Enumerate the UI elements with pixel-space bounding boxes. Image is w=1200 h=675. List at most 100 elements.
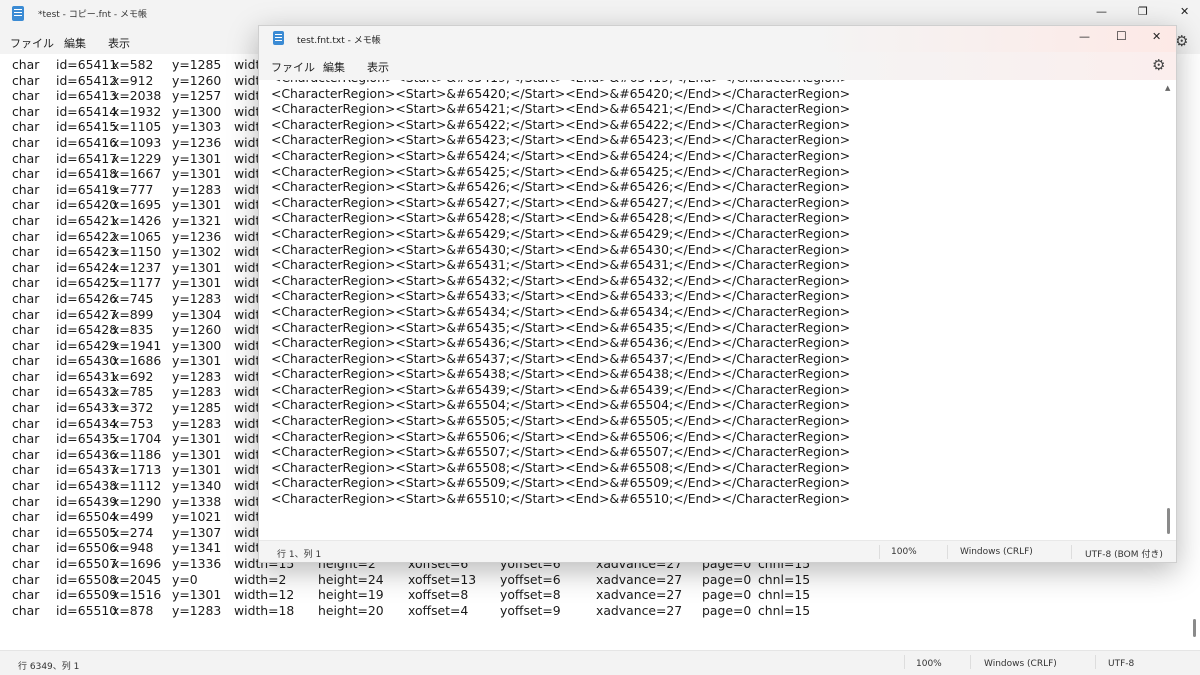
text-token: widt [234, 462, 261, 478]
text-token: y=1301 [172, 166, 222, 182]
text-token: char [12, 337, 40, 353]
text-token: widt [234, 322, 261, 338]
menu-view[interactable]: 表示 [367, 59, 389, 75]
text-token: char [12, 462, 40, 478]
text-token: chnl=15 [758, 587, 811, 603]
text-token: widt [234, 290, 261, 306]
maximize-icon[interactable]: ☐ [1116, 29, 1127, 43]
text-token: widt [234, 400, 261, 416]
text-token: char [12, 57, 40, 72]
notepad-app-icon [273, 31, 284, 45]
text-token: y=1304 [172, 306, 222, 322]
foreground-text-line: <CharacterRegion><Start>&#65436;</Start>… [271, 335, 851, 351]
foreground-text-line: <CharacterRegion><Start>&#65420;</Start>… [271, 85, 851, 101]
text-token: char [12, 384, 40, 400]
text-token: xadvance=27 [596, 602, 683, 618]
close-icon[interactable]: ✕ [1152, 30, 1161, 43]
text-token: x=274 [112, 524, 154, 540]
text-token: widt [234, 415, 261, 431]
foreground-text-line: <CharacterRegion><Start>&#65505;</Start>… [271, 413, 851, 429]
minimize-icon[interactable]: — [1096, 5, 1107, 18]
text-token: char [12, 244, 40, 260]
text-token: char [12, 275, 40, 291]
text-token: x=777 [112, 181, 154, 197]
text-token: widt [234, 150, 261, 166]
text-token: char [12, 119, 40, 135]
text-token: y=1260 [172, 322, 222, 338]
foreground-window-title: test.fnt.txt - メモ帳 [297, 36, 381, 46]
text-token: id=65423 [56, 244, 118, 260]
text-token: y=1285 [172, 400, 222, 416]
text-token: width=18 [234, 602, 295, 618]
text-token: id=65425 [56, 275, 118, 291]
text-token: widt [234, 166, 261, 182]
text-token: widt [234, 368, 261, 384]
minimize-icon[interactable]: — [1079, 30, 1090, 43]
cursor-position: 行 6349、列 1 [18, 662, 80, 672]
text-token: widt [234, 119, 261, 135]
text-token: id=65414 [56, 103, 118, 119]
text-token: char [12, 368, 40, 384]
foreground-text-line: <CharacterRegion><Start>&#65433;</Start>… [271, 288, 851, 304]
menu-file[interactable]: ファイル [271, 59, 315, 75]
text-token: x=1112 [112, 478, 162, 494]
settings-gear-icon[interactable]: ⚙ [1152, 56, 1165, 74]
foreground-text-line: <CharacterRegion><Start>&#65425;</Start>… [271, 163, 851, 179]
menu-view[interactable]: 表示 [108, 35, 130, 51]
text-token: y=0 [172, 571, 198, 587]
text-token: x=912 [112, 72, 154, 88]
foreground-scrollbar-thumb[interactable] [1167, 508, 1170, 534]
restore-icon[interactable]: ❐ [1138, 5, 1148, 18]
menu-edit[interactable]: 編集 [64, 35, 86, 51]
text-token: char [12, 478, 40, 494]
menu-edit[interactable]: 編集 [323, 59, 345, 75]
background-scrollbar-thumb[interactable] [1193, 619, 1196, 637]
background-window-title: *test - コピー.fnt - メモ帳 [38, 10, 147, 20]
foreground-text-line: <CharacterRegion><Start>&#65437;</Start>… [271, 350, 851, 366]
encoding: UTF-8 (BOM 付き) [1085, 550, 1163, 560]
text-token: id=65433 [56, 400, 118, 416]
text-token: widt [234, 353, 261, 369]
menu-file[interactable]: ファイル [10, 35, 54, 51]
text-token: id=65418 [56, 166, 118, 182]
text-token: xoffset=13 [408, 571, 477, 587]
line-ending: Windows (CRLF) [984, 659, 1057, 669]
text-token: id=65421 [56, 212, 118, 228]
settings-gear-icon[interactable]: ⚙ [1175, 32, 1188, 50]
foreground-text-line: <CharacterRegion><Start>&#65506;</Start>… [271, 428, 851, 444]
text-token: char [12, 509, 40, 525]
text-token: y=1021 [172, 509, 222, 525]
text-token: char [12, 540, 40, 556]
text-token: id=65507 [56, 556, 118, 571]
text-token: widt [234, 212, 261, 228]
text-token: id=65428 [56, 322, 118, 338]
foreground-text-line: <CharacterRegion><Start>&#65507;</Start>… [271, 444, 851, 460]
text-token: x=899 [112, 306, 154, 322]
cursor-position: 行 1、列 1 [277, 550, 322, 560]
foreground-text-content: <CharacterRegion><Start>&#65419;</Start>… [271, 80, 850, 507]
text-token: char [12, 72, 40, 88]
text-token: widt [234, 181, 261, 197]
text-token: char [12, 150, 40, 166]
text-token: y=1321 [172, 212, 222, 228]
foreground-text-editor[interactable]: <CharacterRegion><Start>&#65419;</Start>… [259, 80, 1176, 540]
text-token: x=745 [112, 290, 154, 306]
close-icon[interactable]: ✕ [1180, 5, 1189, 18]
text-token: char [12, 259, 40, 275]
background-title-bar[interactable]: *test - コピー.fnt - メモ帳 — ❐ ✕ [0, 0, 1200, 28]
text-token: x=499 [112, 509, 154, 525]
text-token: widt [234, 524, 261, 540]
text-token: x=785 [112, 384, 154, 400]
text-token: x=1093 [112, 134, 162, 150]
text-token: id=65436 [56, 446, 118, 462]
foreground-text-line: <CharacterRegion><Start>&#65422;</Start>… [271, 116, 851, 132]
scroll-up-arrow-icon[interactable]: ▲ [1165, 84, 1170, 92]
text-token: widt [234, 478, 261, 494]
encoding: UTF-8 [1108, 659, 1135, 669]
text-token: widt [234, 134, 261, 150]
foreground-title-bar[interactable]: test.fnt.txt - メモ帳 — ☐ ✕ [259, 26, 1176, 52]
text-token: y=1307 [172, 524, 222, 540]
text-token: id=65509 [56, 587, 118, 603]
text-token: widt [234, 88, 261, 104]
text-token: id=65505 [56, 524, 118, 540]
